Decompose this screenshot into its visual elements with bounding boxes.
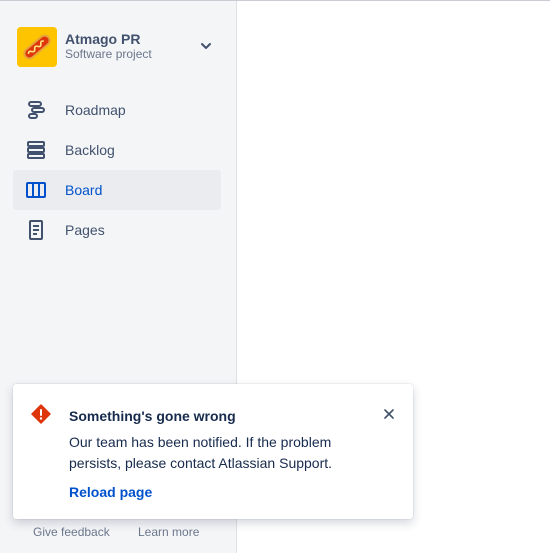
sidebar-item-label: Board bbox=[65, 182, 103, 198]
sidebar-item-label: Pages bbox=[65, 222, 105, 238]
backlog-icon bbox=[24, 138, 48, 162]
project-avatar[interactable] bbox=[17, 27, 57, 67]
flag-description: Our team has been notified. If the probl… bbox=[69, 434, 333, 471]
error-flag: Something's gone wrong Our team has been… bbox=[13, 384, 413, 519]
error-icon bbox=[31, 404, 51, 424]
sidebar-item-backlog[interactable]: Backlog bbox=[13, 130, 221, 170]
reload-page-button[interactable]: Reload page bbox=[69, 484, 152, 500]
learn-more-link[interactable]: Learn more bbox=[138, 525, 199, 539]
board-icon bbox=[24, 178, 48, 202]
sidebar-item-label: Backlog bbox=[65, 142, 115, 158]
give-feedback-link[interactable]: Give feedback bbox=[33, 525, 110, 539]
sidebar-item-board[interactable]: Board bbox=[13, 170, 221, 210]
close-icon bbox=[384, 409, 394, 419]
close-button[interactable] bbox=[381, 406, 397, 422]
chevron-down-icon bbox=[201, 43, 211, 49]
flag-title: Something's gone wrong bbox=[69, 408, 236, 424]
pages-icon bbox=[24, 218, 48, 242]
sidebar-item-roadmap[interactable]: Roadmap bbox=[13, 90, 221, 130]
roadmap-icon bbox=[24, 98, 48, 122]
project-type: Software project bbox=[65, 47, 152, 61]
sidebar-item-pages[interactable]: Pages bbox=[13, 210, 221, 250]
hotdog-icon bbox=[17, 27, 57, 67]
project-switcher-button[interactable] bbox=[196, 36, 216, 56]
project-name: Atmago PR bbox=[65, 31, 141, 47]
sidebar-item-label: Roadmap bbox=[65, 102, 126, 118]
